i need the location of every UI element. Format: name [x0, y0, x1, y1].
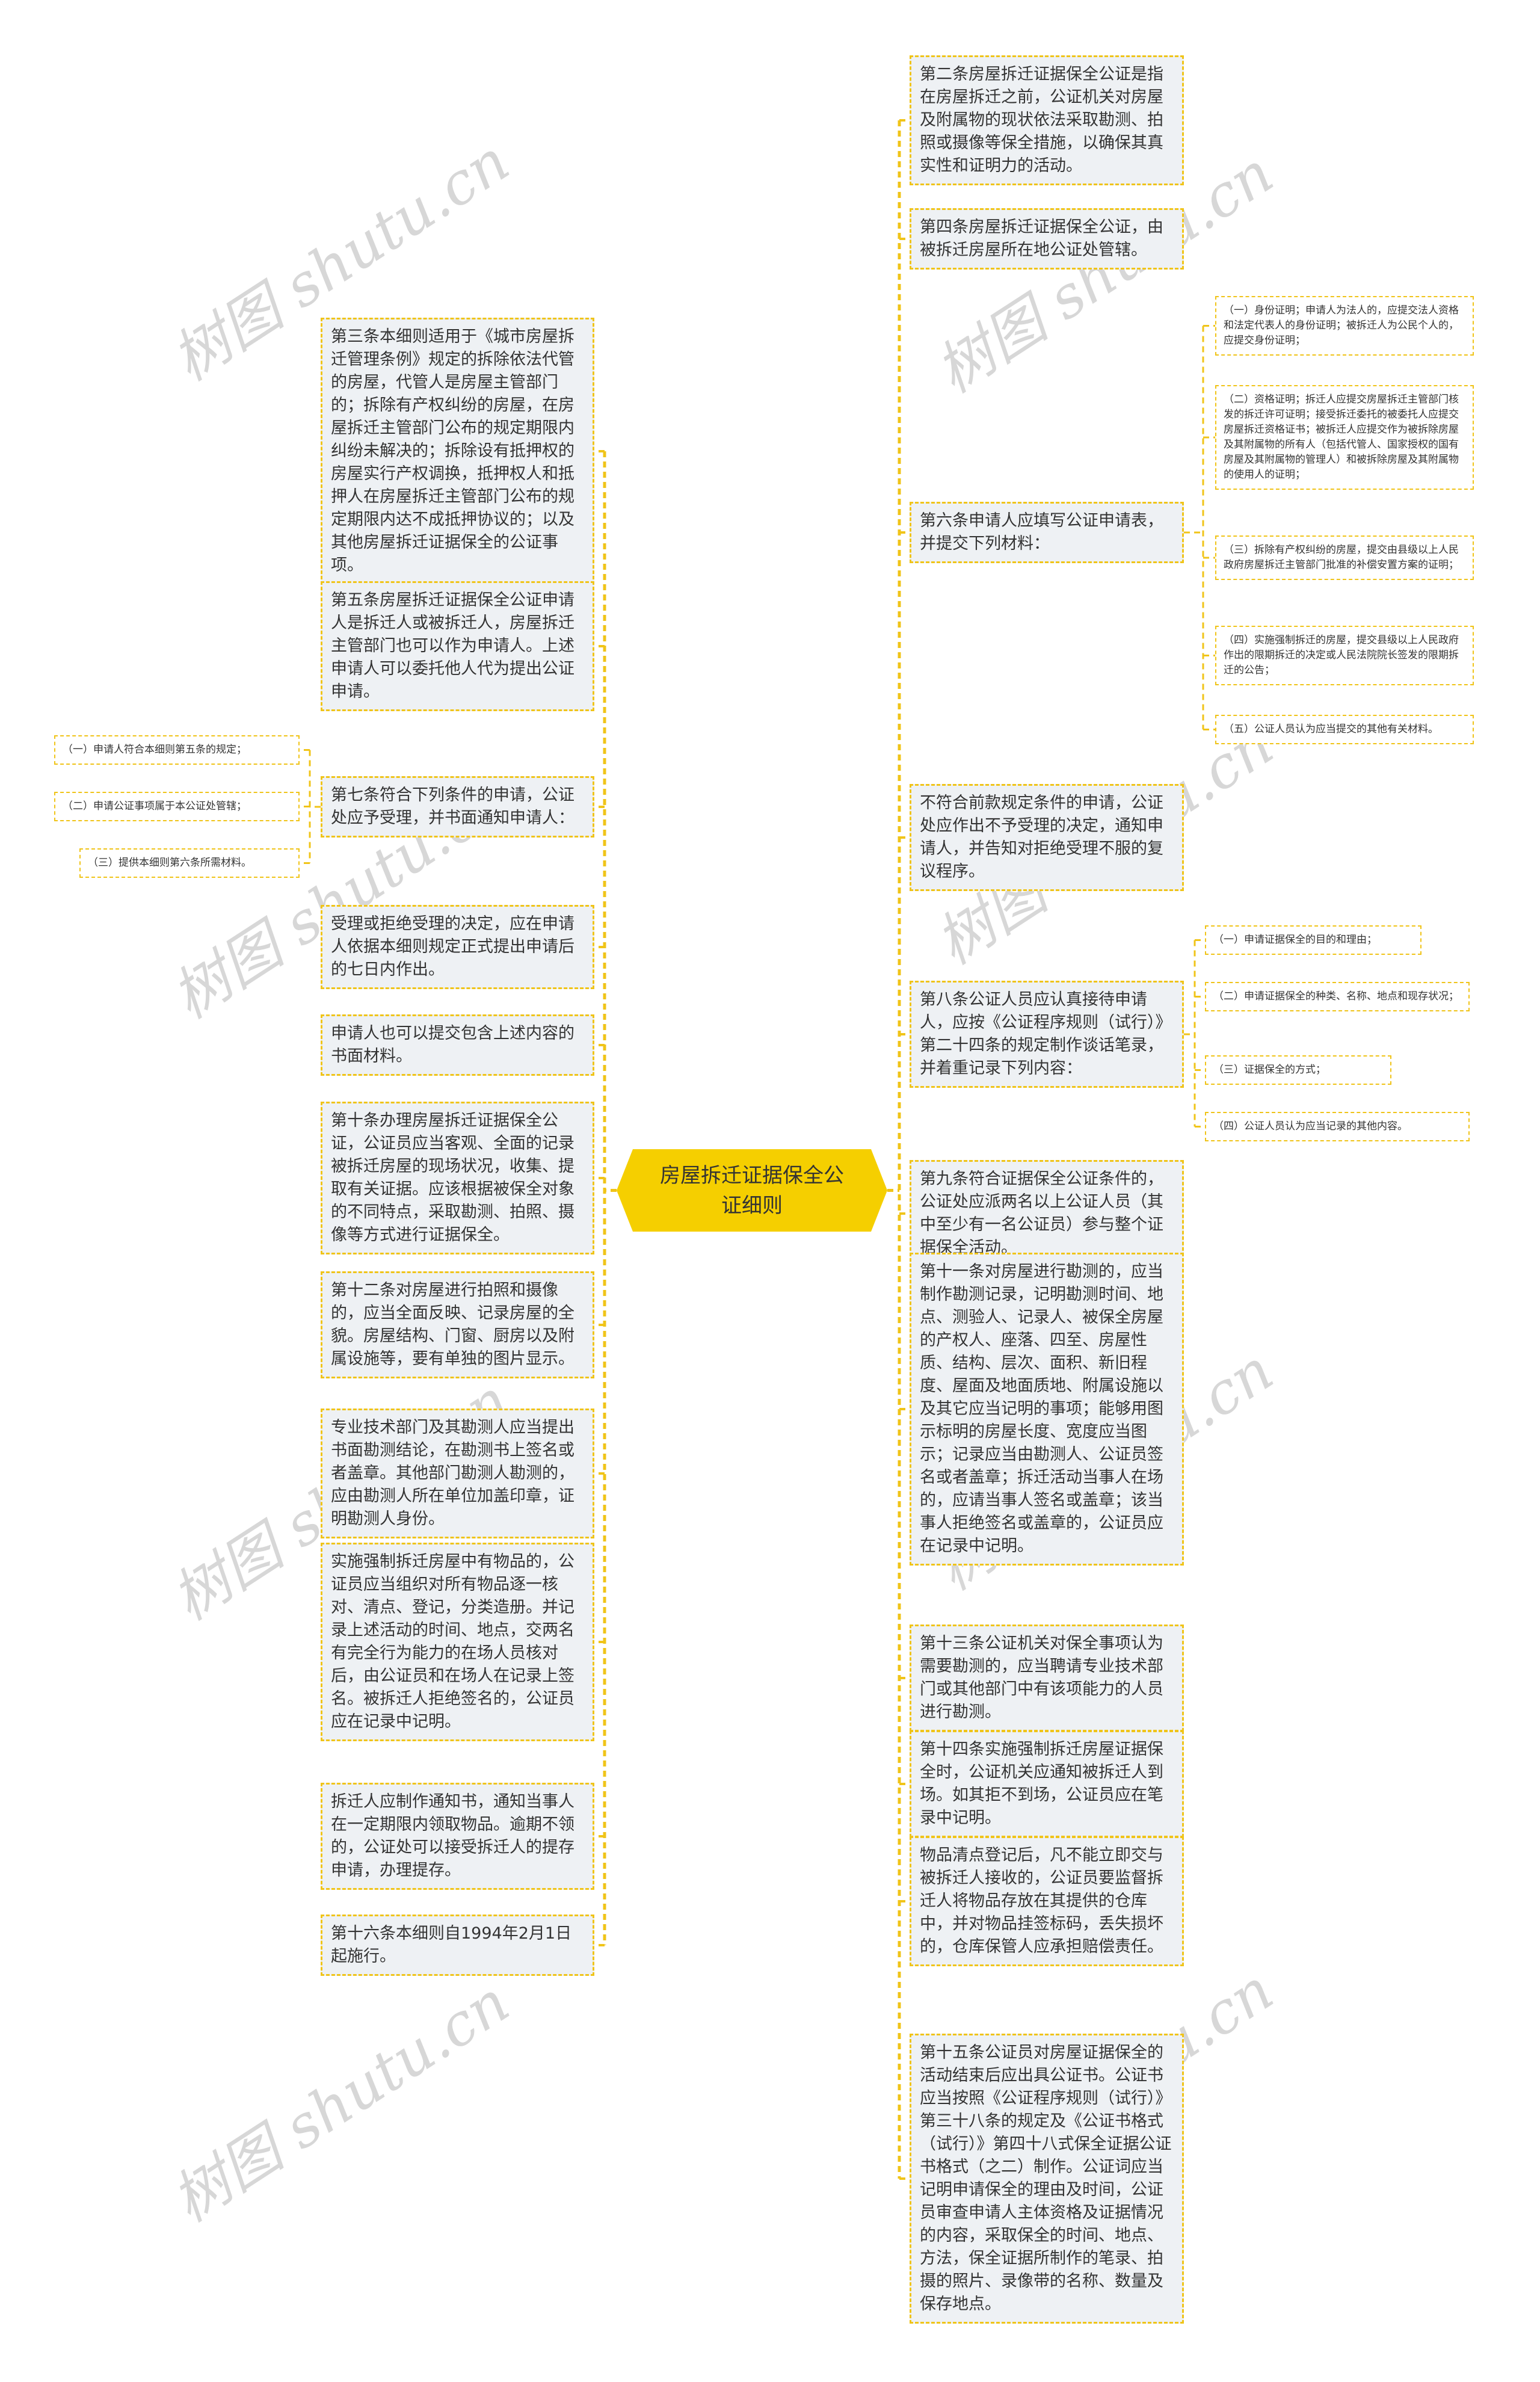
sub-topic[interactable]: （一）身份证明；申请人为法人的，应提交法人资格和法定代表人的身份证明；被拆迁人为… [1215, 296, 1474, 356]
topic-text: 第八条公证人员应认真接待申请人，应按《公证程序规则（试行）》第二十四条的规定制作… [920, 990, 1172, 1078]
topic-text: 申请人也可以提交包含上述内容的书面材料。 [331, 1024, 574, 1066]
sub-topic-text: （二）申请公证事项属于本公证处管辖； [63, 800, 247, 812]
right-topic[interactable]: 第八条公证人员应认真接待申请人，应按《公证程序规则（试行）》第二十四条的规定制作… [910, 981, 1184, 1088]
right-topic[interactable]: 第十四条实施强制拆迁房屋证据保全时，公证机关应通知被拆迁人到场。如其拒不到场，公… [910, 1730, 1184, 1837]
left-topic[interactable]: 第十二条对房屋进行拍照和摄像的，应当全面反映、记录房屋的全貌。房屋结构、门窗、厨… [321, 1271, 594, 1378]
sub-topic-text: （三）拆除有产权纠纷的房屋，提交由县级以上人民政府房屋拆迁主管部门批准的补偿安置… [1224, 544, 1459, 571]
sub-topic-text: （一）申请人符合本细则第五条的规定； [63, 744, 247, 756]
topic-text: 第七条符合下列条件的申请，公证处应予受理，并书面通知申请人： [331, 786, 574, 827]
topic-text: 专业技术部门及其勘测人应当提出书面勘测结论，在勘测书上签名或者盖章。其他部门勘测… [331, 1418, 574, 1528]
root-topic[interactable]: 房屋拆迁证据保全公证细则 [617, 1149, 887, 1232]
topic-text: 实施强制拆迁房屋中有物品的，公证员应当组织对所有物品逐一核对、清点、登记，分类造… [331, 1552, 574, 1731]
sub-topic[interactable]: （四）实施强制拆迁的房屋，提交县级以上人民政府作出的限期拆迁的决定或人民法院院长… [1215, 626, 1474, 685]
topic-text: 第四条房屋拆迁证据保全公证，由被拆迁房屋所在地公证处管辖。 [920, 218, 1163, 259]
left-topic[interactable]: 第十六条本细则自1994年2月1日起施行。 [321, 1915, 594, 1976]
sub-topic[interactable]: （三）提供本细则第六条所需材料。 [79, 848, 300, 878]
left-topic[interactable]: 第七条符合下列条件的申请，公证处应予受理，并书面通知申请人： [321, 776, 594, 838]
topic-text: 第十条办理房屋拆迁证据保全公证，公证员应当客观、全面的记录被拆迁房屋的现场状况，… [331, 1111, 574, 1244]
watermark: 树图 shutu.cn [160, 1968, 521, 2235]
sub-topic-text: （三）提供本细则第六条所需材料。 [88, 857, 251, 869]
sub-topic-text: （三）证据保全的方式； [1213, 1064, 1326, 1076]
right-topic[interactable]: 不符合前款规定条件的申请，公证处应作出不予受理的决定，通知申请人，并告知对拒绝受… [910, 784, 1184, 891]
topic-text: 第十三条公证机关对保全事项认为需要勘测的，应当聘请专业技术部门或其他部门中有该项… [920, 1634, 1163, 1721]
topic-text: 物品清点登记后，凡不能立即交与被拆迁人接收的，公证员要监督拆迁人将物品存放在其提… [920, 1846, 1163, 1956]
topic-text: 第五条房屋拆迁证据保全公证申请人是拆迁人或被拆迁人，房屋拆迁主管部门也可以作为申… [331, 591, 574, 701]
sub-topic[interactable]: （二）申请公证事项属于本公证处管辖； [54, 792, 300, 821]
topic-text: 第十六条本细则自1994年2月1日起施行。 [331, 1924, 572, 1966]
right-topic[interactable]: 第十三条公证机关对保全事项认为需要勘测的，应当聘请专业技术部门或其他部门中有该项… [910, 1625, 1184, 1732]
right-topic[interactable]: 第六条申请人应填写公证申请表，并提交下列材料： [910, 502, 1184, 563]
left-topic[interactable]: 第三条本细则适用于《城市房屋拆迁管理条例》规定的拆除依法代管的房屋，代管人是房屋… [321, 318, 594, 585]
sub-topic-text: （二）资格证明；拆迁人应提交房屋拆迁主管部门核发的拆迁许可证明；接受拆迁委托的被… [1224, 393, 1459, 481]
left-topic[interactable]: 第十条办理房屋拆迁证据保全公证，公证员应当客观、全面的记录被拆迁房屋的现场状况，… [321, 1102, 594, 1254]
topic-text: 第十二条对房屋进行拍照和摄像的，应当全面反映、记录房屋的全貌。房屋结构、门窗、厨… [331, 1281, 574, 1368]
left-topic[interactable]: 专业技术部门及其勘测人应当提出书面勘测结论，在勘测书上签名或者盖章。其他部门勘测… [321, 1409, 594, 1538]
left-topic[interactable]: 实施强制拆迁房屋中有物品的，公证员应当组织对所有物品逐一核对、清点、登记，分类造… [321, 1543, 594, 1741]
topic-text: 第十五条公证员对房屋证据保全的活动结束后应出具公证书。公证书应当按照《公证程序规… [920, 2043, 1172, 2313]
right-topic[interactable]: 第十五条公证员对房屋证据保全的活动结束后应出具公证书。公证书应当按照《公证程序规… [910, 2034, 1184, 2324]
sub-topic[interactable]: （三）证据保全的方式； [1205, 1055, 1391, 1085]
sub-topic-text: （四）实施强制拆迁的房屋，提交县级以上人民政府作出的限期拆迁的决定或人民法院院长… [1224, 634, 1459, 676]
sub-topic[interactable]: （五）公证人员认为应当提交的其他有关材料。 [1215, 715, 1474, 744]
topic-text: 第六条申请人应填写公证申请表，并提交下列材料： [920, 511, 1163, 553]
sub-topic[interactable]: （四）公证人员认为应当记录的其他内容。 [1205, 1112, 1470, 1141]
sub-topic-text: （一）身份证明；申请人为法人的，应提交法人资格和法定代表人的身份证明；被拆迁人为… [1224, 304, 1459, 347]
mind-map-canvas: 树图 shutu.cn 树图 shutu.cn 树图 shutu.cn 树图 s… [0, 0, 1540, 2382]
sub-topic[interactable]: （二）资格证明；拆迁人应提交房屋拆迁主管部门核发的拆迁许可证明；接受拆迁委托的被… [1215, 385, 1474, 490]
sub-topic[interactable]: （一）申请证据保全的目的和理由； [1205, 925, 1421, 955]
left-topic[interactable]: 申请人也可以提交包含上述内容的书面材料。 [321, 1014, 594, 1076]
left-topic[interactable]: 拆迁人应制作通知书，通知当事人在一定期限内领取物品。逾期不领的，公证处可以接受拆… [321, 1783, 594, 1890]
topic-text: 第十一条对房屋进行勘测的，应当制作勘测记录，记明勘测时间、地点、测验人、记录人、… [920, 1262, 1163, 1555]
right-topic[interactable]: 第十一条对房屋进行勘测的，应当制作勘测记录，记明勘测时间、地点、测验人、记录人、… [910, 1253, 1184, 1566]
sub-topic[interactable]: （三）拆除有产权纠纷的房屋，提交由县级以上人民政府房屋拆迁主管部门批准的补偿安置… [1215, 535, 1474, 580]
sub-topic[interactable]: （一）申请人符合本细则第五条的规定； [54, 735, 300, 765]
sub-topic[interactable]: （二）申请证据保全的种类、名称、地点和现存状况； [1205, 982, 1470, 1011]
right-topic[interactable]: 第二条房屋拆迁证据保全公证是指在房屋拆迁之前，公证机关对房屋及附属物的现状依法采… [910, 55, 1184, 185]
right-topic[interactable]: 物品清点登记后，凡不能立即交与被拆迁人接收的，公证员要监督拆迁人将物品存放在其提… [910, 1836, 1184, 1966]
topic-text: 第九条符合证据保全公证条件的，公证处应派两名以上公证人员（其中至少有一名公证员）… [920, 1170, 1163, 1257]
left-topic[interactable]: 第五条房屋拆迁证据保全公证申请人是拆迁人或被拆迁人，房屋拆迁主管部门也可以作为申… [321, 581, 594, 711]
sub-topic-text: （五）公证人员认为应当提交的其他有关材料。 [1224, 723, 1438, 735]
left-topic[interactable]: 受理或拒绝受理的决定，应在申请人依据本细则规定正式提出申请后的七日内作出。 [321, 905, 594, 989]
right-topic[interactable]: 第四条房屋拆迁证据保全公证，由被拆迁房屋所在地公证处管辖。 [910, 208, 1184, 270]
sub-topic-text: （四）公证人员认为应当记录的其他内容。 [1213, 1120, 1408, 1132]
topic-text: 第十四条实施强制拆迁房屋证据保全时，公证机关应通知被拆迁人到场。如其拒不到场，公… [920, 1740, 1163, 1827]
topic-text: 第二条房屋拆迁证据保全公证是指在房屋拆迁之前，公证机关对房屋及附属物的现状依法采… [920, 65, 1163, 175]
topic-text: 拆迁人应制作通知书，通知当事人在一定期限内领取物品。逾期不领的，公证处可以接受拆… [331, 1792, 574, 1880]
sub-topic-text: （二）申请证据保全的种类、名称、地点和现存状况； [1213, 990, 1459, 1002]
root-topic-label: 房屋拆迁证据保全公证细则 [660, 1163, 844, 1218]
topic-text: 不符合前款规定条件的申请，公证处应作出不予受理的决定，通知申请人，并告知对拒绝受… [920, 794, 1163, 881]
topic-text: 受理或拒绝受理的决定，应在申请人依据本细则规定正式提出申请后的七日内作出。 [331, 915, 574, 979]
right-topic[interactable]: 第九条符合证据保全公证条件的，公证处应派两名以上公证人员（其中至少有一名公证员）… [910, 1160, 1184, 1267]
topic-text: 第三条本细则适用于《城市房屋拆迁管理条例》规定的拆除依法代管的房屋，代管人是房屋… [331, 327, 574, 575]
sub-topic-text: （一）申请证据保全的目的和理由； [1213, 934, 1377, 946]
